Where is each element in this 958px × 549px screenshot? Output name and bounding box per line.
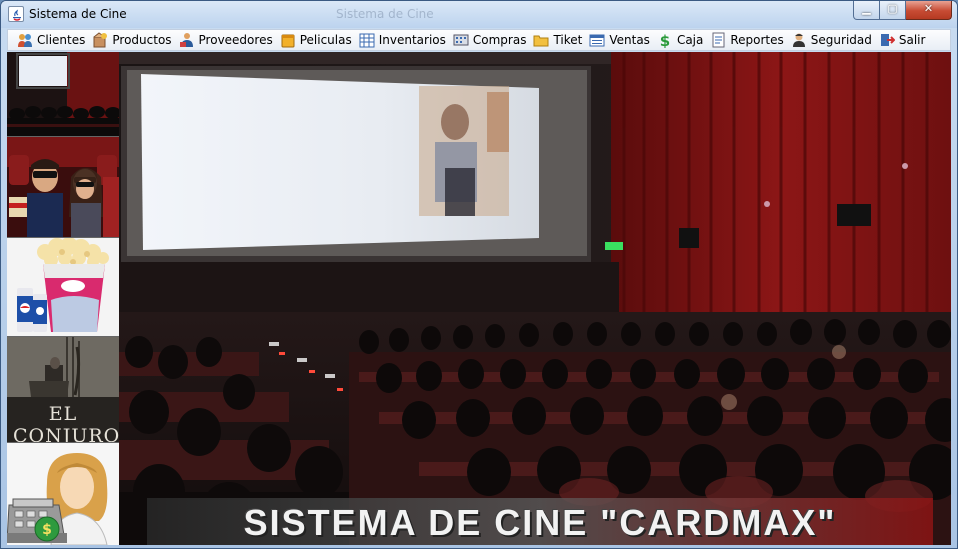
window-title-ghost: Sistema de Cine <box>336 7 434 21</box>
banner: SISTEMA DE CINE "CARDMAX" <box>147 498 933 545</box>
menu-label: Reportes <box>730 33 784 47</box>
menu-label: Peliculas <box>299 33 352 47</box>
cinema-audience-thumb <box>7 52 119 137</box>
window-title: Sistema de Cine <box>29 7 127 21</box>
menu-seguridad[interactable]: Seguridad <box>788 30 876 50</box>
java-app-icon <box>8 6 24 22</box>
menu-label: Clientes <box>37 33 86 47</box>
menu-compras[interactable]: Compras <box>450 30 531 50</box>
menu-label: Productos <box>112 33 172 47</box>
close-button[interactable]: ✕ <box>906 1 952 20</box>
menu-bar: Clientes Productos Proveedores Peliculas Inv… <box>7 29 951 51</box>
menu-tiket[interactable]: Tiket <box>530 30 586 50</box>
hero-image: SISTEMA DE CINE "CARDMAX" <box>119 52 951 545</box>
menu-peliculas[interactable]: Peliculas <box>277 30 356 50</box>
title-bar[interactable]: Sistema de Cine Sistema de Cine ▁ ▢ ✕ <box>1 1 957 28</box>
purchases-icon <box>453 32 469 48</box>
menu-inventarios[interactable]: Inventarios <box>356 30 450 50</box>
menu-proveedores[interactable]: Proveedores <box>176 30 277 50</box>
popcorn-soda-thumb <box>7 238 119 337</box>
menu-label: Inventarios <box>378 33 446 47</box>
clients-icon <box>17 32 33 48</box>
folder-icon <box>533 32 549 48</box>
menu-label: Seguridad <box>810 33 872 47</box>
sales-icon <box>589 32 605 48</box>
menu-caja[interactable]: $ Caja <box>654 30 707 50</box>
svg-text:$: $ <box>42 522 52 538</box>
inventory-icon <box>359 32 375 48</box>
main-window: Sistema de Cine Sistema de Cine ▁ ▢ ✕ Cl… <box>0 0 958 549</box>
menu-label: Salir <box>898 33 926 47</box>
cashier-thumb: $ <box>7 443 119 545</box>
menu-reportes[interactable]: Reportes <box>707 30 787 50</box>
reports-icon <box>710 32 726 48</box>
menu-productos[interactable]: Productos <box>89 30 175 50</box>
movies-icon <box>280 32 296 48</box>
el-conjuro-poster-thumb: EL CONJURO <box>7 337 119 443</box>
menu-label: Compras <box>472 33 527 47</box>
banner-title: SISTEMA DE CINE "CARDMAX" <box>243 502 837 543</box>
menu-ventas[interactable]: Ventas <box>586 30 654 50</box>
3d-glasses-audience-thumb <box>7 137 119 238</box>
menu-label: Ventas <box>609 33 650 47</box>
menu-label: Caja <box>676 33 704 47</box>
cash-icon: $ <box>657 32 673 50</box>
security-icon <box>791 32 807 48</box>
window-controls: ▁ ▢ ✕ <box>853 1 952 20</box>
suppliers-icon <box>179 32 195 48</box>
content-area: EL CONJURO $ SISTEMA DE CINE "CARDMAX" <box>7 52 951 545</box>
close-icon: ✕ <box>923 2 934 15</box>
minimize-button[interactable]: ▁ <box>853 1 880 20</box>
products-icon <box>92 32 108 48</box>
poster-title: EL CONJURO <box>13 403 119 443</box>
maximize-button[interactable]: ▢ <box>880 1 906 20</box>
maximize-icon: ▢ <box>887 2 898 15</box>
menu-clientes[interactable]: Clientes <box>14 30 89 50</box>
exit-icon <box>879 32 896 48</box>
menu-salir[interactable]: Salir <box>876 30 930 50</box>
minimize-icon: ▁ <box>862 2 871 15</box>
sidebar: EL CONJURO $ <box>7 52 119 545</box>
menu-label: Tiket <box>553 33 583 47</box>
menu-label: Proveedores <box>198 33 273 47</box>
svg-text:$: $ <box>660 32 670 48</box>
